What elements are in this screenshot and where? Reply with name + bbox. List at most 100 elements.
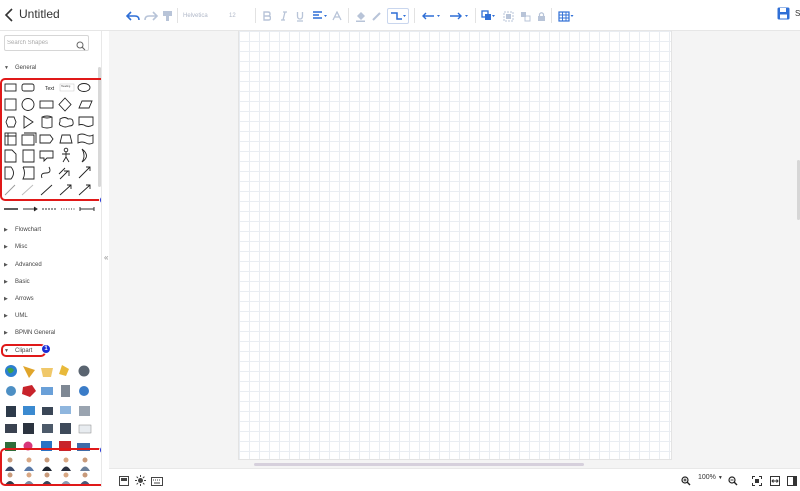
book-clipart[interactable] — [41, 441, 52, 451]
burst-clipart[interactable] — [22, 385, 36, 397]
folder-clipart[interactable] — [23, 366, 35, 378]
fit-page-icon[interactable] — [752, 473, 762, 491]
line-start-icon[interactable] — [420, 8, 442, 24]
line-shape[interactable] — [40, 184, 53, 196]
font-color-icon[interactable] — [331, 8, 342, 24]
section-general[interactable]: ▼ General — [4, 63, 36, 73]
data-storage-shape[interactable] — [22, 166, 35, 180]
theme-toggle-icon[interactable] — [135, 473, 146, 491]
step-shape[interactable] — [39, 134, 54, 144]
line-styles-row[interactable] — [2, 204, 96, 214]
zoom-out-icon[interactable] — [728, 473, 738, 491]
router-clipart[interactable] — [79, 406, 90, 416]
document-shape[interactable] — [78, 116, 94, 127]
scanner-clipart[interactable] — [60, 406, 71, 414]
font-size-select[interactable]: 12 — [229, 8, 251, 24]
rectangle-shape[interactable] — [4, 83, 17, 92]
tape-shape[interactable] — [77, 133, 94, 145]
section-advanced[interactable]: ▶ Advanced — [4, 260, 42, 270]
gear-clipart[interactable] — [79, 386, 89, 396]
arrow-connector-shape[interactable] — [23, 206, 38, 212]
horizontal-scrollbar[interactable] — [254, 463, 584, 466]
fit-width-icon[interactable] — [770, 473, 780, 491]
server-clipart[interactable] — [61, 385, 70, 397]
page-view-icon[interactable] — [119, 473, 129, 491]
trapezoid-shape[interactable] — [59, 134, 73, 144]
monitor-clipart[interactable] — [23, 406, 35, 415]
or-shape[interactable] — [81, 148, 87, 163]
general-shapes[interactable]: Text Heading — [2, 80, 100, 200]
undo-icon[interactable] — [126, 8, 140, 24]
box-clipart[interactable] — [59, 441, 71, 451]
lock-icon[interactable] — [536, 8, 546, 24]
callout-shape[interactable] — [39, 150, 54, 163]
keyboard-shortcuts-icon[interactable] — [151, 473, 163, 491]
section-arrows[interactable]: ▶ Arrows — [4, 294, 34, 304]
network-clipart[interactable] — [6, 386, 16, 396]
document-title[interactable]: Untitled — [19, 7, 60, 21]
internal-storage-shape[interactable] — [4, 132, 17, 146]
tablet-clipart[interactable] — [6, 406, 16, 417]
underline-icon[interactable] — [295, 8, 305, 24]
ungroup-icon[interactable] — [519, 8, 531, 24]
cylinder-shape[interactable] — [41, 115, 53, 129]
lock-clipart[interactable] — [78, 365, 90, 377]
redo-icon[interactable] — [144, 8, 158, 24]
mainframe-clipart[interactable] — [60, 423, 71, 434]
double-arrow-shape[interactable] — [58, 167, 70, 180]
zoom-in-icon[interactable] — [681, 473, 691, 491]
hexagon-shape[interactable] — [5, 116, 17, 128]
canvas-area[interactable] — [109, 31, 800, 468]
laptop-clipart[interactable] — [42, 407, 53, 415]
card-shape[interactable] — [22, 149, 35, 163]
section-misc[interactable]: ▶ Misc — [4, 242, 27, 252]
envelope-clipart[interactable] — [41, 368, 53, 377]
dotted-line-shape[interactable] — [21, 184, 34, 196]
section-basic[interactable]: ▶ Basic — [4, 277, 30, 287]
diamond-shape[interactable] — [58, 97, 72, 112]
delay-shape[interactable] — [4, 166, 14, 180]
diagonal-arrow-shape[interactable] — [78, 166, 91, 179]
parallelogram-shape[interactable] — [78, 100, 93, 109]
italic-icon[interactable] — [279, 8, 289, 24]
printer-clipart[interactable] — [5, 424, 17, 433]
drawing-page[interactable] — [238, 31, 672, 460]
dashed-line-shape[interactable] — [4, 184, 16, 196]
search-icon[interactable] — [76, 38, 86, 56]
clipart-grid[interactable] — [2, 361, 100, 485]
cube-shape[interactable] — [21, 132, 37, 146]
workstation-clipart[interactable] — [42, 424, 53, 433]
process-shape[interactable] — [39, 100, 54, 109]
note-shape[interactable] — [4, 149, 17, 163]
bold-icon[interactable] — [262, 8, 272, 24]
bidirectional-connector-shape[interactable] — [79, 207, 95, 211]
back-arrow-icon[interactable] — [3, 7, 17, 23]
section-uml[interactable]: ▶ UML — [4, 311, 28, 321]
rounded-rectangle-shape[interactable] — [21, 83, 35, 92]
text-align-icon[interactable] — [311, 8, 327, 24]
arrow-line-2-shape[interactable] — [78, 184, 91, 196]
section-bpmn-general[interactable]: ▶ BPMN General — [4, 328, 55, 338]
panel-toggle-icon[interactable] — [787, 473, 797, 491]
triangle-shape[interactable] — [23, 115, 34, 129]
section-clipart[interactable]: ▼ Clipart — [4, 346, 32, 356]
connector-style-icon[interactable] — [387, 8, 409, 24]
people-clipart-row[interactable] — [5, 457, 90, 486]
group-icon[interactable] — [502, 8, 514, 24]
table-icon[interactable] — [557, 8, 575, 24]
ellipse-shape[interactable] — [77, 83, 91, 92]
card-clipart[interactable] — [41, 387, 53, 395]
zoom-level[interactable]: 100% ▼ — [698, 474, 723, 481]
keyboard-clipart[interactable] — [78, 424, 92, 434]
circle-shape[interactable] — [21, 98, 35, 111]
line-end-icon[interactable] — [448, 8, 470, 24]
font-family-select[interactable]: Helvetica — [183, 8, 225, 24]
collapse-sidebar-icon[interactable]: « — [104, 253, 108, 262]
square-shape[interactable] — [4, 98, 17, 111]
chart-clipart[interactable] — [5, 442, 16, 451]
arrange-icon[interactable] — [481, 8, 496, 24]
save-label[interactable]: S — [795, 9, 800, 18]
flower-clipart[interactable] — [23, 441, 33, 451]
actor-shape[interactable] — [62, 152, 70, 163]
puzzle-clipart[interactable] — [59, 365, 69, 376]
